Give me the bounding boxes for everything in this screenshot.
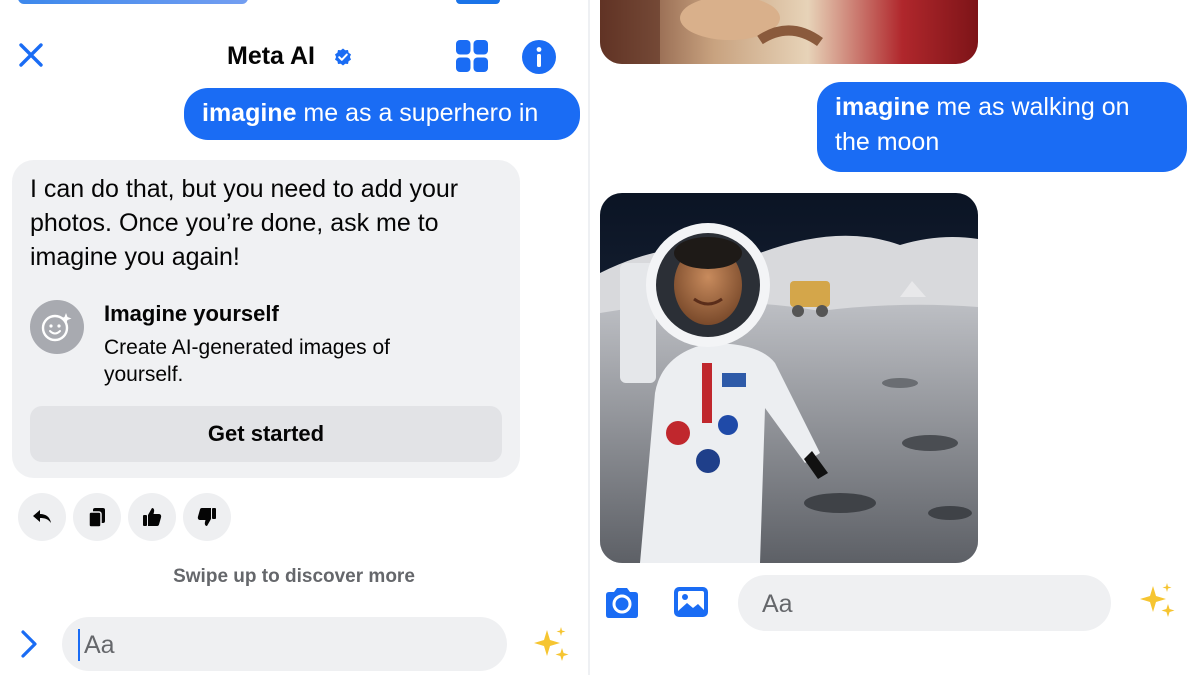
info-icon[interactable]: [521, 39, 557, 75]
copy-button[interactable]: [73, 493, 121, 541]
ai-reply-text: I can do that, but you need to add your …: [30, 175, 459, 271]
chevron-right-icon[interactable]: [14, 626, 44, 662]
grid-icon[interactable]: [455, 39, 489, 73]
thumbs-up-icon: [143, 508, 162, 526]
close-icon[interactable]: [16, 40, 46, 70]
right-chat-panel: imagine me as walking on the moon Aa: [590, 0, 1200, 675]
ai-reply-bubble: I can do that, but you need to add your …: [12, 160, 520, 478]
text-caret: [78, 629, 80, 661]
thumbs-down-button[interactable]: [183, 493, 231, 541]
outgoing-message: imagine me as a superhero in: [184, 88, 580, 140]
message-text: me as a superhero in: [296, 99, 539, 127]
get-started-button[interactable]: Get started: [30, 406, 502, 462]
message-input-placeholder: Aa: [84, 631, 115, 659]
app-logo-fragment: [0, 0, 588, 6]
sparkles-icon[interactable]: [1136, 580, 1178, 622]
camera-icon[interactable]: [602, 585, 642, 621]
generated-astronaut-image[interactable]: [600, 193, 978, 563]
imagine-yourself-icon: [30, 300, 84, 354]
gallery-icon[interactable]: [672, 584, 710, 620]
message-input[interactable]: Aa: [62, 617, 507, 671]
sparkles-icon[interactable]: [530, 624, 572, 666]
chat-title: Meta AI: [227, 42, 315, 70]
previous-generated-image[interactable]: [600, 0, 978, 64]
message-input[interactable]: Aa: [738, 575, 1111, 631]
message-input-placeholder: Aa: [762, 590, 793, 618]
reply-button[interactable]: [18, 493, 66, 541]
message-command: imagine: [202, 99, 297, 127]
card-description: Create AI-generated images of yourself.: [104, 336, 391, 386]
outgoing-message: imagine me as walking on the moon: [817, 82, 1187, 172]
copy-icon: [88, 508, 105, 528]
card-title: Imagine yourself: [104, 301, 279, 326]
verified-badge-icon: [335, 48, 351, 66]
thumbs-up-button[interactable]: [128, 493, 176, 541]
message-command: imagine: [835, 93, 930, 121]
reply-icon: [33, 510, 51, 523]
left-chat-panel: Meta AI imagine me as a superhero in I c…: [0, 0, 588, 675]
swipe-hint: Swipe up to discover more: [173, 566, 415, 587]
chat-header: Meta AI: [0, 12, 588, 78]
thumbs-down-icon: [197, 508, 216, 526]
